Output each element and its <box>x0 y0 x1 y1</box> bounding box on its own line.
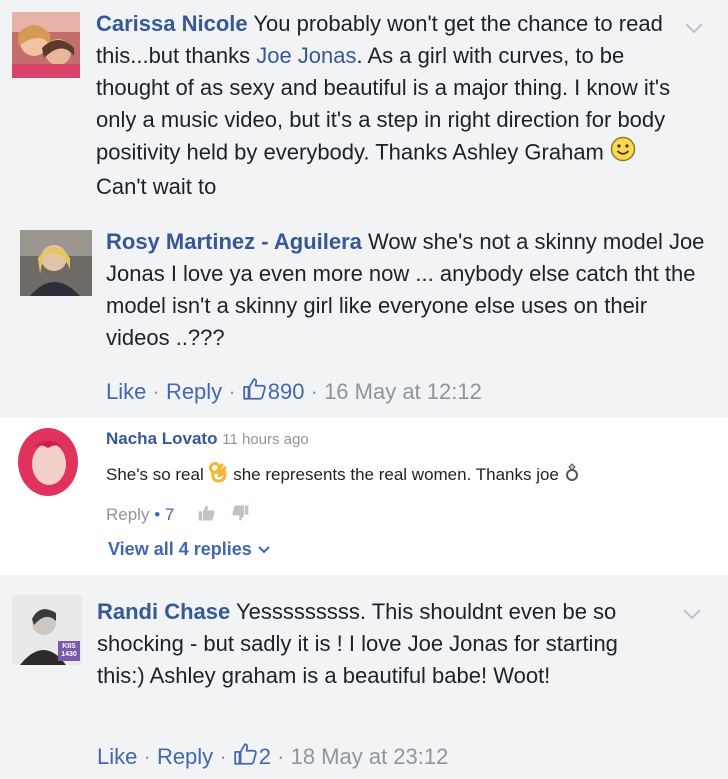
comment-randi: KIIS 1430 Randi Chase Yesssssssss. This … <box>0 575 728 779</box>
avatar-nacha[interactable] <box>8 424 88 502</box>
comment-text: She's so real she represents the real wo… <box>106 461 706 490</box>
like-count[interactable]: 890 <box>268 379 305 404</box>
author-name[interactable]: Carissa Nicole <box>96 11 248 36</box>
like-button[interactable]: Like <box>97 744 137 769</box>
ok-hand-icon <box>208 461 228 490</box>
chevron-down-icon[interactable] <box>680 602 704 626</box>
author-name[interactable]: Rosy Martinez - Aguilera <box>106 229 362 254</box>
reply-button[interactable]: Reply <box>106 505 149 524</box>
avatar-randi[interactable]: KIIS 1430 <box>12 595 82 665</box>
timestamp[interactable]: 11 hours ago <box>222 431 308 448</box>
comment-actions: Like · Reply · 890 · 16 May at 12:12 <box>106 376 482 410</box>
dislike-icon[interactable] <box>230 503 250 528</box>
thumbs-up-icon[interactable] <box>242 376 268 410</box>
avatar-badge: KIIS 1430 <box>61 643 77 658</box>
mention-link[interactable]: Joe Jonas <box>256 43 356 68</box>
ring-icon <box>564 463 580 488</box>
reply-count[interactable]: 7 <box>165 505 174 524</box>
comment-text: Rosy Martinez - Aguilera Wow she's not a… <box>106 229 705 350</box>
comment-text: Randi Chase Yesssssssss. This shouldnt e… <box>97 599 618 688</box>
like-icon[interactable] <box>197 503 217 528</box>
smiley-icon <box>610 136 636 171</box>
comment-actions: Reply • 7 <box>106 503 250 528</box>
author-name[interactable]: Randi Chase <box>97 599 230 624</box>
comment-carissa: Carissa Nicole You probably won't get th… <box>0 0 728 220</box>
like-count[interactable]: 2 <box>259 744 271 769</box>
comment-header: Nacha Lovato 11 hours ago <box>106 427 309 452</box>
author-name[interactable]: Nacha Lovato <box>106 429 217 448</box>
avatar-carissa[interactable] <box>12 12 80 78</box>
timestamp[interactable]: 18 May at 23:12 <box>291 744 449 769</box>
reply-button[interactable]: Reply <box>166 379 222 404</box>
comment-nacha: Nacha Lovato 11 hours ago She's so real … <box>0 418 728 575</box>
timestamp[interactable]: 16 May at 12:12 <box>324 379 482 404</box>
chevron-down-icon[interactable] <box>682 16 706 40</box>
view-replies-link[interactable]: View all 4 replies <box>108 539 271 561</box>
thumbs-up-icon[interactable] <box>233 741 259 775</box>
chevron-down-icon <box>257 540 271 561</box>
comment-text: Carissa Nicole You probably won't get th… <box>96 11 671 199</box>
comment-rosy: Rosy Martinez - Aguilera Wow she's not a… <box>0 220 728 418</box>
like-button[interactable]: Like <box>106 379 146 404</box>
reply-button[interactable]: Reply <box>157 744 213 769</box>
separator-dot: • <box>154 504 161 524</box>
avatar-rosy[interactable] <box>20 230 92 296</box>
comment-actions: Like · Reply · 2 · 18 May at 23:12 <box>97 741 448 775</box>
